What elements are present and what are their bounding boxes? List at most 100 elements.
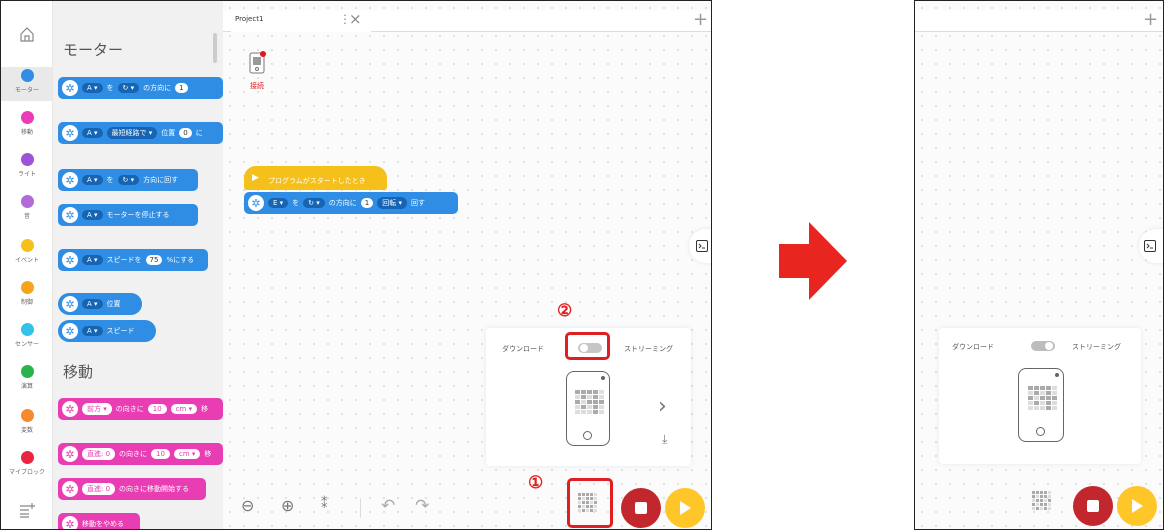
category-rail: モーター 移動 ライト 音 イベント 制御 センサー 演算 変数 マイブロック <box>1 1 53 529</box>
hub-light-icon <box>1055 373 1059 377</box>
play-button[interactable] <box>1117 486 1157 526</box>
play-icon <box>680 501 691 515</box>
block-text: スピード <box>106 327 135 335</box>
when-program-starts-block[interactable]: ▶ プログラムがスタートしたとき <box>244 166 387 190</box>
light-matrix <box>1028 386 1057 410</box>
hub-connect-icon[interactable] <box>249 51 267 79</box>
direction-dropdown[interactable]: ↻ ▾ <box>117 83 140 93</box>
home-icon[interactable] <box>19 26 35 46</box>
rail-item-control[interactable]: 制御 <box>1 281 53 306</box>
rail-item-sensor[interactable]: センサー <box>1 323 53 348</box>
steer-dropdown[interactable]: 直進: 0 <box>82 483 116 495</box>
rail-item-motor[interactable]: モーター <box>1 67 53 101</box>
unit-dropdown[interactable]: cm ▾ <box>173 449 201 459</box>
value-input[interactable]: 0 <box>179 128 192 138</box>
zoom-in-icon[interactable]: ⊕ <box>281 498 294 514</box>
add-extension-icon[interactable] <box>18 501 36 523</box>
value-input[interactable]: 75 <box>145 255 163 265</box>
zoom-out-icon[interactable]: ⊖ <box>241 498 254 514</box>
block-text: の方向に <box>328 199 357 207</box>
rail-item-operators[interactable]: 演算 <box>1 365 53 390</box>
sound-dot-icon <box>20 195 34 208</box>
block-text: スピードを <box>106 256 142 264</box>
path-dropdown[interactable]: 最短経路で ▾ <box>106 127 158 139</box>
stop-button[interactable] <box>621 488 661 528</box>
tab-bar: Project1 ⋮ × + <box>223 9 711 32</box>
palette-block-move-stop[interactable]: ✲ 移動をやめる <box>58 513 140 529</box>
unit-dropdown[interactable]: 回転 ▾ <box>377 197 407 209</box>
rail-item-sound[interactable]: 音 <box>1 195 53 220</box>
zoom-reset-icon[interactable]: ⁑ <box>321 498 328 511</box>
rail-item-move[interactable]: 移動 <box>1 111 53 136</box>
console-icon <box>696 240 708 252</box>
palette-block-motor-start[interactable]: ✲ A ▾ を ↻ ▾ 方向に回す <box>58 169 198 191</box>
direction-dropdown[interactable]: ↻ ▾ <box>117 175 140 185</box>
palette-block-motor-position[interactable]: ✲ A ▾ 位置 <box>58 293 142 315</box>
value-input[interactable]: 10 <box>147 404 167 414</box>
motor-run-for-block[interactable]: ✲ E ▾ を ↻ ▾ の方向に 1 回転 ▾ 回す <box>244 192 458 214</box>
steer-dropdown[interactable]: 直進: 0 <box>82 448 116 460</box>
palette-scrollbar[interactable] <box>213 33 217 63</box>
toggle-knob <box>1045 342 1053 350</box>
add-tab-icon[interactable]: + <box>1143 9 1158 30</box>
section-title-motor: モーター <box>63 41 124 59</box>
value-input[interactable]: 1 <box>175 83 188 93</box>
rail-item-light[interactable]: ライト <box>1 153 53 178</box>
rail-label: ライト <box>17 171 36 178</box>
palette-block-motor-goto[interactable]: ✲ A ▾ 最短経路で ▾ 位置 0 に <box>58 122 223 144</box>
highlight-stream-button <box>567 478 613 528</box>
block-text: 方向に回す <box>143 176 179 184</box>
palette-block-motor-stop[interactable]: ✲ A ▾ モーターを停止する <box>58 204 198 226</box>
play-button[interactable] <box>665 488 705 528</box>
rail-item-event[interactable]: イベント <box>1 239 53 264</box>
direction-dropdown[interactable]: 前方 ▾ <box>82 403 112 415</box>
motor-gear-icon: ✲ <box>62 125 78 141</box>
value-input[interactable]: 10 <box>151 449 170 459</box>
palette-block-move-start[interactable]: ✲ 直進: 0 の向きに移動開始する <box>58 478 206 500</box>
tab-close-icon[interactable]: × <box>349 10 362 28</box>
tab-project[interactable]: Project1 ⋮ × <box>231 10 371 32</box>
redo-icon[interactable]: ↷ <box>415 498 429 515</box>
unit-dropdown[interactable]: cm ▾ <box>170 404 198 414</box>
value-input[interactable]: 1 <box>360 198 374 208</box>
palette-block-move-distance[interactable]: ✲ 前方 ▾ の向きに 10 cm ▾ 移 <box>58 398 223 420</box>
port-dropdown[interactable]: A ▾ <box>82 210 103 220</box>
toolbar-divider <box>360 498 361 518</box>
port-dropdown[interactable]: E ▾ <box>268 198 289 208</box>
palette-block-motor-speed[interactable]: ✲ A ▾ スピードを 75 %にする <box>58 249 208 271</box>
block-text: 回す <box>411 199 425 207</box>
move-gear-icon: ✲ <box>62 481 78 497</box>
annotation-one: ① <box>528 473 544 493</box>
block-text: を <box>106 84 114 92</box>
direction-dropdown[interactable]: ↻ ▾ <box>303 198 325 208</box>
port-dropdown[interactable]: A ▾ <box>82 299 103 309</box>
rail-label: マイブロック <box>8 469 45 476</box>
rail-label: モーター <box>14 87 39 94</box>
port-dropdown[interactable]: A ▾ <box>82 83 103 93</box>
port-dropdown[interactable]: A ▾ <box>82 128 103 138</box>
download-icon[interactable]: ⤓ <box>662 432 667 447</box>
rail-label: センサー <box>14 341 39 348</box>
tab-title: Project1 <box>235 15 264 23</box>
console-button[interactable] <box>1139 229 1163 263</box>
add-tab-icon[interactable]: + <box>693 9 708 30</box>
port-dropdown[interactable]: A ▾ <box>82 326 103 336</box>
undo-icon[interactable]: ↶ <box>381 498 395 515</box>
palette-block-motor-run[interactable]: ✲ A ▾ を ↻ ▾ の方向に 1 <box>58 77 223 99</box>
rail-item-myblocks[interactable]: マイブロック <box>1 451 53 476</box>
myblocks-dot-icon <box>20 451 34 464</box>
port-dropdown[interactable]: A ▾ <box>82 175 103 185</box>
move-gear-icon: ✲ <box>62 446 78 462</box>
palette-block-move-steer[interactable]: ✲ 直進: 0 の向きに 10 cm ▾ 移 <box>58 443 223 465</box>
motor-gear-icon: ✲ <box>62 323 78 339</box>
hub-stream-button[interactable] <box>1030 487 1052 517</box>
rail-item-variables[interactable]: 変数 <box>1 409 53 434</box>
next-chevron-icon[interactable]: › <box>658 394 667 419</box>
streaming-label: ストリーミング <box>1072 343 1121 351</box>
console-icon <box>1144 240 1156 252</box>
stop-button[interactable] <box>1073 486 1113 526</box>
streaming-toggle[interactable] <box>1031 341 1055 351</box>
block-text: の向きに <box>119 450 148 458</box>
port-dropdown[interactable]: A ▾ <box>82 255 103 265</box>
palette-block-motor-speed-reporter[interactable]: ✲ A ▾ スピード <box>58 320 156 342</box>
